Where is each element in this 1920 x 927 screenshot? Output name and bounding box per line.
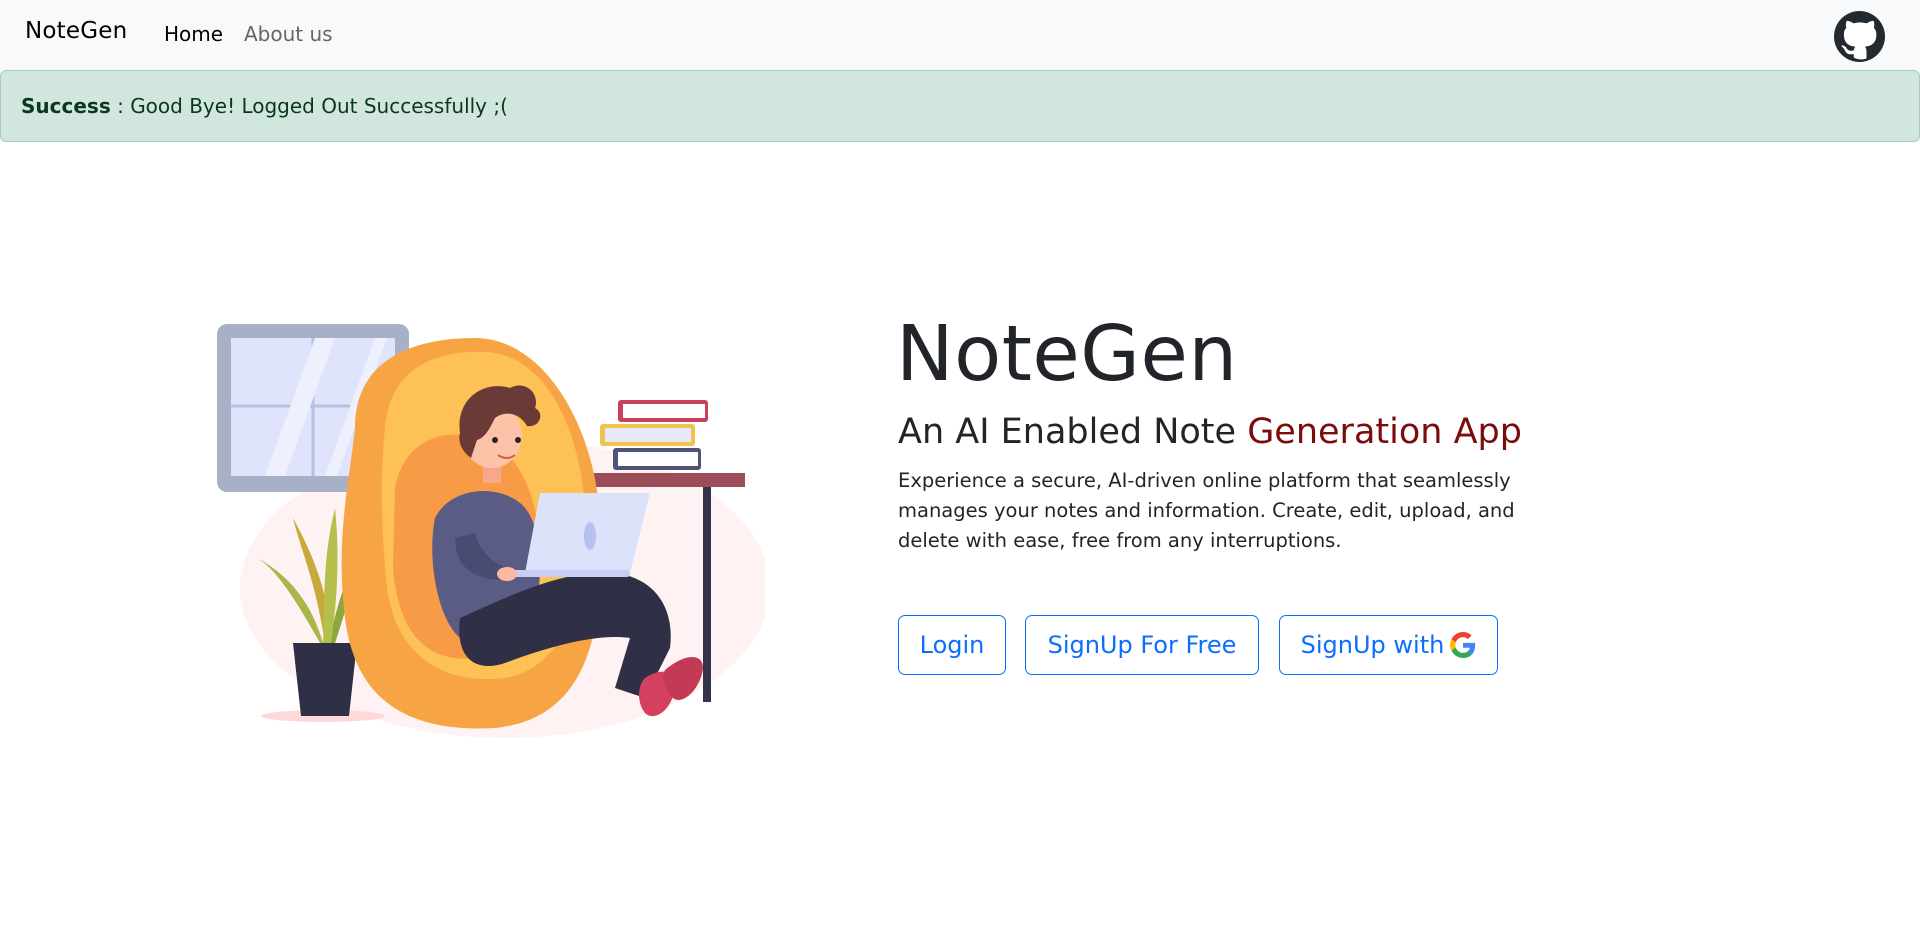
success-alert: Success : Good Bye! Logged Out Successfu…	[0, 70, 1920, 142]
google-icon	[1450, 632, 1476, 658]
hero-subtitle-plain: An AI Enabled Note	[898, 412, 1248, 452]
nav-link-about[interactable]: About us	[244, 22, 333, 46]
person-with-laptop-illustration	[217, 324, 765, 738]
login-button[interactable]: Login	[898, 615, 1006, 675]
hero-subtitle: An AI Enabled Note Generation App	[898, 412, 1522, 452]
hero-description: Experience a secure, AI-driven online pl…	[898, 469, 1515, 552]
github-icon[interactable]	[1834, 11, 1885, 62]
hero-subtitle-accent: Generation App	[1247, 412, 1522, 452]
alert-message: : Good Bye! Logged Out Successfully ;(	[110, 94, 508, 118]
nav-link-home[interactable]: Home	[164, 22, 223, 46]
signup-google-label: SignUp with	[1300, 631, 1445, 659]
navbar: NoteGen Home About us	[0, 0, 1920, 70]
signup-button[interactable]: SignUp For Free	[1025, 615, 1259, 675]
navbar-brand[interactable]: NoteGen	[25, 18, 127, 44]
alert-title: Success	[21, 94, 111, 118]
signup-google-button[interactable]: SignUp with	[1279, 615, 1498, 675]
hero-title: NoteGen	[896, 310, 1238, 399]
